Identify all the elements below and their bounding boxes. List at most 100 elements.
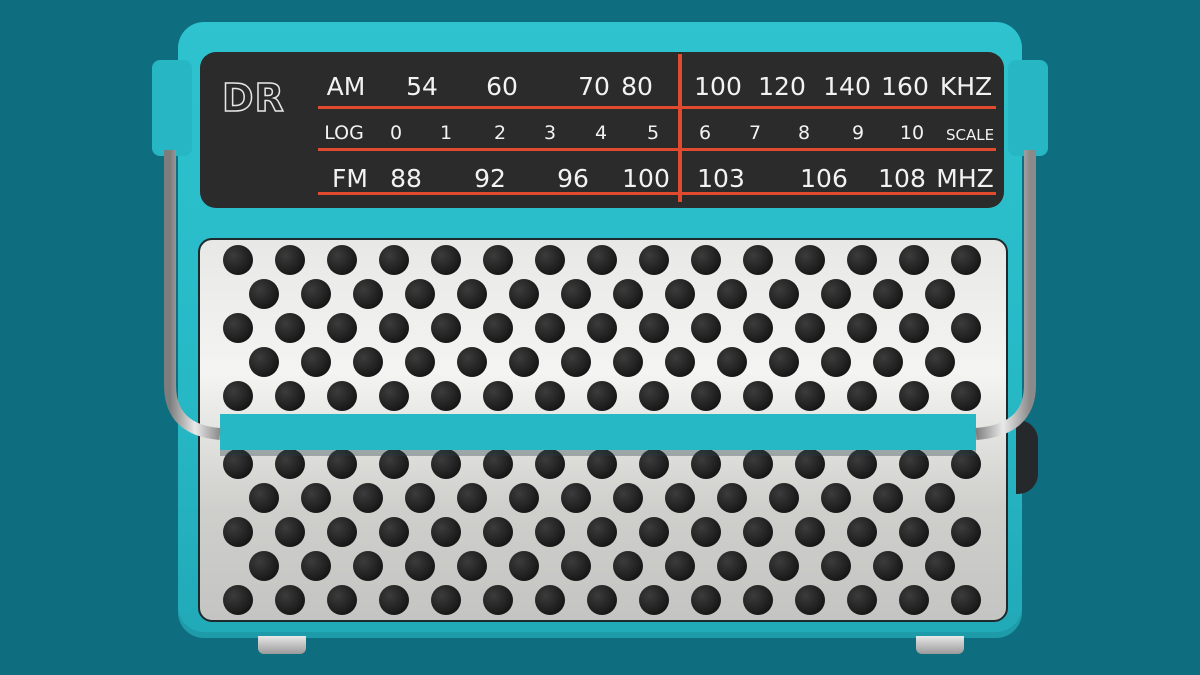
speaker-hole (483, 381, 513, 411)
speaker-hole (353, 483, 383, 513)
log-tick: 10 (899, 122, 925, 144)
fm-tick: 96 (557, 164, 589, 193)
log-tick: 0 (389, 122, 403, 144)
speaker-hole (431, 517, 461, 547)
speaker-hole (249, 347, 279, 377)
speaker-hole (405, 347, 435, 377)
speaker-hole (483, 245, 513, 275)
speaker-hole (431, 585, 461, 615)
speaker-hole (665, 279, 695, 309)
speaker-hole (223, 313, 253, 343)
am-tick: 54 (406, 72, 438, 101)
speaker-hole (639, 381, 669, 411)
speaker-hole (223, 585, 253, 615)
speaker-hole (795, 517, 825, 547)
speaker-hole (431, 313, 461, 343)
fm-tick: 88 (390, 164, 422, 193)
speaker-hole (587, 313, 617, 343)
speaker-hole (275, 245, 305, 275)
speaker-hole (301, 483, 331, 513)
speaker-hole (301, 347, 331, 377)
log-tick: 8 (797, 122, 811, 144)
speaker-hole (873, 551, 903, 581)
speaker-hole (509, 551, 539, 581)
speaker-hole (925, 551, 955, 581)
speaker-hole (665, 483, 695, 513)
speaker-hole (405, 483, 435, 513)
speaker-hole (379, 517, 409, 547)
right-foot (916, 636, 964, 654)
speaker-hole (483, 517, 513, 547)
speaker-hole (275, 381, 305, 411)
left-handle-mount (152, 60, 192, 156)
speaker-hole (535, 517, 565, 547)
speaker-hole (925, 279, 955, 309)
speaker-hole (561, 551, 591, 581)
speaker-hole (717, 279, 747, 309)
speaker-hole (561, 347, 591, 377)
speaker-hole (743, 517, 773, 547)
speaker-hole (691, 381, 721, 411)
log-tick: 3 (543, 122, 557, 144)
speaker-hole (223, 381, 253, 411)
log-unit: SCALE (945, 126, 995, 144)
brand-logo: DR (221, 75, 285, 121)
speaker-hole (301, 551, 331, 581)
log-tick: 1 (439, 122, 453, 144)
speaker-hole (613, 483, 643, 513)
speaker-hole (691, 313, 721, 343)
right-handle-mount (1008, 60, 1048, 156)
speaker-hole (951, 381, 981, 411)
speaker-hole (821, 347, 851, 377)
am-tick: 100 (694, 72, 742, 101)
fm-tick: 100 (622, 164, 670, 193)
speaker-hole (301, 279, 331, 309)
speaker-hole (691, 585, 721, 615)
speaker-hole (457, 279, 487, 309)
left-foot (258, 636, 306, 654)
speaker-hole (743, 313, 773, 343)
speaker-hole (327, 245, 357, 275)
speaker-hole (899, 517, 929, 547)
speaker-hole (379, 381, 409, 411)
speaker-hole (457, 483, 487, 513)
fm-tick: 92 (474, 164, 506, 193)
tuning-dial: DR AM 54 60 70 80 100 120 140 160 KHZ LO… (200, 52, 1004, 208)
log-scale-line (318, 148, 996, 151)
speaker-hole (795, 245, 825, 275)
speaker-hole (899, 381, 929, 411)
speaker-hole (327, 517, 357, 547)
speaker-hole (327, 585, 357, 615)
speaker-hole (691, 517, 721, 547)
speaker-hole (509, 483, 539, 513)
speaker-hole (769, 551, 799, 581)
speaker-hole (717, 347, 747, 377)
tuning-needle[interactable] (678, 54, 682, 202)
log-tick: 5 (646, 122, 660, 144)
speaker-hole (535, 381, 565, 411)
speaker-hole (509, 279, 539, 309)
speaker-hole (249, 551, 279, 581)
speaker-hole (379, 245, 409, 275)
speaker-hole (405, 551, 435, 581)
speaker-hole (925, 347, 955, 377)
speaker-hole (717, 483, 747, 513)
speaker-hole (353, 551, 383, 581)
am-tick: 60 (486, 72, 518, 101)
speaker-hole (769, 483, 799, 513)
speaker-hole (613, 551, 643, 581)
log-tick: 4 (594, 122, 608, 144)
speaker-hole (873, 279, 903, 309)
handle-band-shadow (220, 450, 976, 456)
speaker-hole (795, 585, 825, 615)
speaker-hole (639, 585, 669, 615)
speaker-hole (951, 517, 981, 547)
speaker-hole (899, 585, 929, 615)
speaker-hole (483, 585, 513, 615)
speaker-hole (457, 551, 487, 581)
speaker-hole (795, 381, 825, 411)
speaker-hole (821, 279, 851, 309)
speaker-hole (535, 313, 565, 343)
tuning-knob[interactable] (1016, 420, 1038, 494)
speaker-hole (821, 483, 851, 513)
